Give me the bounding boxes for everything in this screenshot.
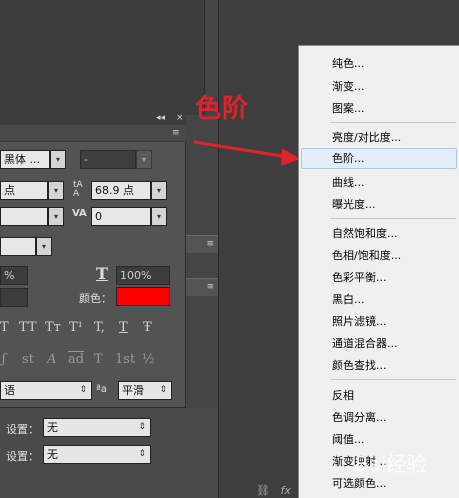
panel-menu-icon-2[interactable]: ≡	[206, 282, 214, 292]
horizontal-scale-icon: T	[96, 264, 108, 283]
font-size-field[interactable]: 点	[0, 181, 48, 200]
select-arrow-icon-4: ⇕	[138, 449, 146, 459]
antialias-icon: ªa	[96, 384, 107, 395]
watermark: Bai经验	[355, 452, 427, 476]
tracking-icon: VA	[72, 208, 87, 219]
menu-item-channel-mixer[interactable]: 通道混合器...	[332, 337, 398, 351]
kerning-dropdown[interactable]: ▾	[48, 207, 64, 226]
select-arrow-icon: ⇕	[79, 385, 87, 395]
antialias-value: 平滑	[122, 384, 144, 397]
shift-dropdown[interactable]: ▾	[36, 237, 52, 256]
language-value: 语	[4, 384, 15, 397]
setting-value-1: 无	[47, 421, 58, 434]
swash-button[interactable]: A	[47, 352, 56, 367]
small-caps-button[interactable]: Tт	[45, 320, 61, 335]
link-icon[interactable]: ⛓ fx	[256, 484, 291, 497]
menu-item-pattern[interactable]: 图案...	[332, 102, 365, 116]
font-size-dropdown[interactable]: ▾	[48, 181, 64, 200]
menu-item-selective-color[interactable]: 可选颜色...	[332, 477, 387, 491]
leading-dropdown[interactable]: ▾	[151, 181, 167, 200]
setting-label-1: 设置：	[6, 423, 39, 436]
collapsed-panel-bar-2[interactable]: ≡	[184, 278, 218, 296]
collapse-icon[interactable]: ◂◂	[156, 113, 165, 123]
select-arrow-icon-2: ⇕	[159, 385, 167, 395]
leading-icon: tA A	[73, 180, 83, 199]
annotation-arrow	[193, 140, 300, 166]
menu-item-color-balance[interactable]: 色彩平衡...	[332, 271, 387, 285]
color-swatch[interactable]	[116, 287, 170, 306]
fractions-button[interactable]: ½	[142, 352, 155, 367]
stylistic-alternates-button[interactable]: ad	[68, 352, 84, 367]
menu-item-black-white[interactable]: 黑白...	[332, 293, 365, 307]
underline-button[interactable]: T	[119, 320, 128, 335]
faux-italic-button[interactable]: T	[0, 320, 9, 335]
tracking-dropdown[interactable]: ▾	[151, 207, 167, 226]
antialias-select[interactable]: 平滑 ⇕	[118, 381, 172, 400]
collapsed-panel-bar[interactable]: ≡	[184, 235, 218, 253]
panel-header: ◂◂ ×	[0, 113, 186, 125]
menu-item-solid-color[interactable]: 纯色...	[332, 57, 365, 71]
shift-field[interactable]	[0, 237, 36, 256]
panel-menu-icon[interactable]: ≡	[206, 239, 214, 249]
font-family-dropdown[interactable]: ▾	[50, 150, 66, 169]
menu-separator-1	[330, 122, 456, 123]
superscript-button[interactable]: T¹	[69, 320, 83, 335]
menu-item-gradient[interactable]: 渐变...	[332, 80, 365, 94]
kerning-field[interactable]	[0, 207, 48, 226]
ordinals-button[interactable]: 1st	[115, 352, 135, 367]
ligatures-button[interactable]: ʃ	[2, 352, 6, 367]
menu-item-brightness-contrast[interactable]: 亮度/对比度...	[332, 131, 401, 145]
canvas-area	[0, 0, 205, 115]
menu-item-photo-filter[interactable]: 照片滤镜...	[332, 315, 387, 329]
setting-label-2: 设置：	[6, 450, 39, 463]
horizontal-scale-field[interactable]: 100%	[116, 266, 170, 285]
menu-item-color-lookup[interactable]: 颜色查找...	[332, 359, 387, 373]
menu-item-posterize[interactable]: 色调分离...	[332, 411, 387, 425]
color-label: 颜色：	[79, 292, 112, 305]
subscript-button[interactable]: T,	[94, 320, 105, 335]
discretionary-ligatures-button[interactable]: st	[22, 352, 34, 367]
arrow-shaft	[193, 140, 289, 159]
menu-highlight	[301, 148, 457, 169]
menu-item-vibrance[interactable]: 自然饱和度...	[332, 227, 398, 241]
all-caps-button[interactable]: TT	[19, 320, 37, 335]
select-arrow-icon-3: ⇕	[138, 422, 146, 432]
leading-field[interactable]: 68.9 点	[91, 181, 151, 200]
menu-item-invert[interactable]: 反相	[332, 389, 354, 403]
menu-item-levels[interactable]: 色阶...	[332, 152, 365, 166]
titling-alternates-button[interactable]: T	[94, 352, 103, 367]
font-family-field[interactable]: 黑体 ...	[0, 150, 50, 169]
menu-separator-2	[330, 218, 456, 219]
adjustment-layer-menu: 纯色... 渐变... 图案... 亮度/对比度... 色阶... 曲线... …	[298, 45, 459, 498]
setting-value-2: 无	[47, 448, 58, 461]
strikethrough-button[interactable]: Ŧ	[143, 320, 152, 335]
language-select[interactable]: 语 ⇕	[0, 381, 92, 400]
setting-select-1[interactable]: 无 ⇕	[43, 418, 151, 437]
annotation-label: 色阶	[195, 94, 250, 124]
panel-menu-icon-3[interactable]: ≡	[172, 128, 180, 138]
menu-item-threshold[interactable]: 阈值...	[332, 433, 365, 447]
menu-item-hue-saturation[interactable]: 色相/饱和度...	[332, 249, 401, 263]
font-style-dropdown[interactable]: ▾	[136, 150, 152, 169]
close-icon[interactable]: ×	[176, 113, 184, 123]
vertical-scale-field[interactable]: %	[0, 266, 28, 285]
tracking-field[interactable]: 0	[91, 207, 151, 226]
menu-item-curves[interactable]: 曲线...	[332, 176, 365, 190]
menu-item-exposure[interactable]: 曝光度...	[332, 198, 376, 212]
font-style-field[interactable]: -	[80, 150, 136, 169]
setting-select-2[interactable]: 无 ⇕	[43, 445, 151, 464]
menu-separator-3	[330, 379, 456, 380]
panel-tab-bar: ≡	[0, 125, 186, 142]
baseline-field[interactable]	[0, 288, 28, 307]
